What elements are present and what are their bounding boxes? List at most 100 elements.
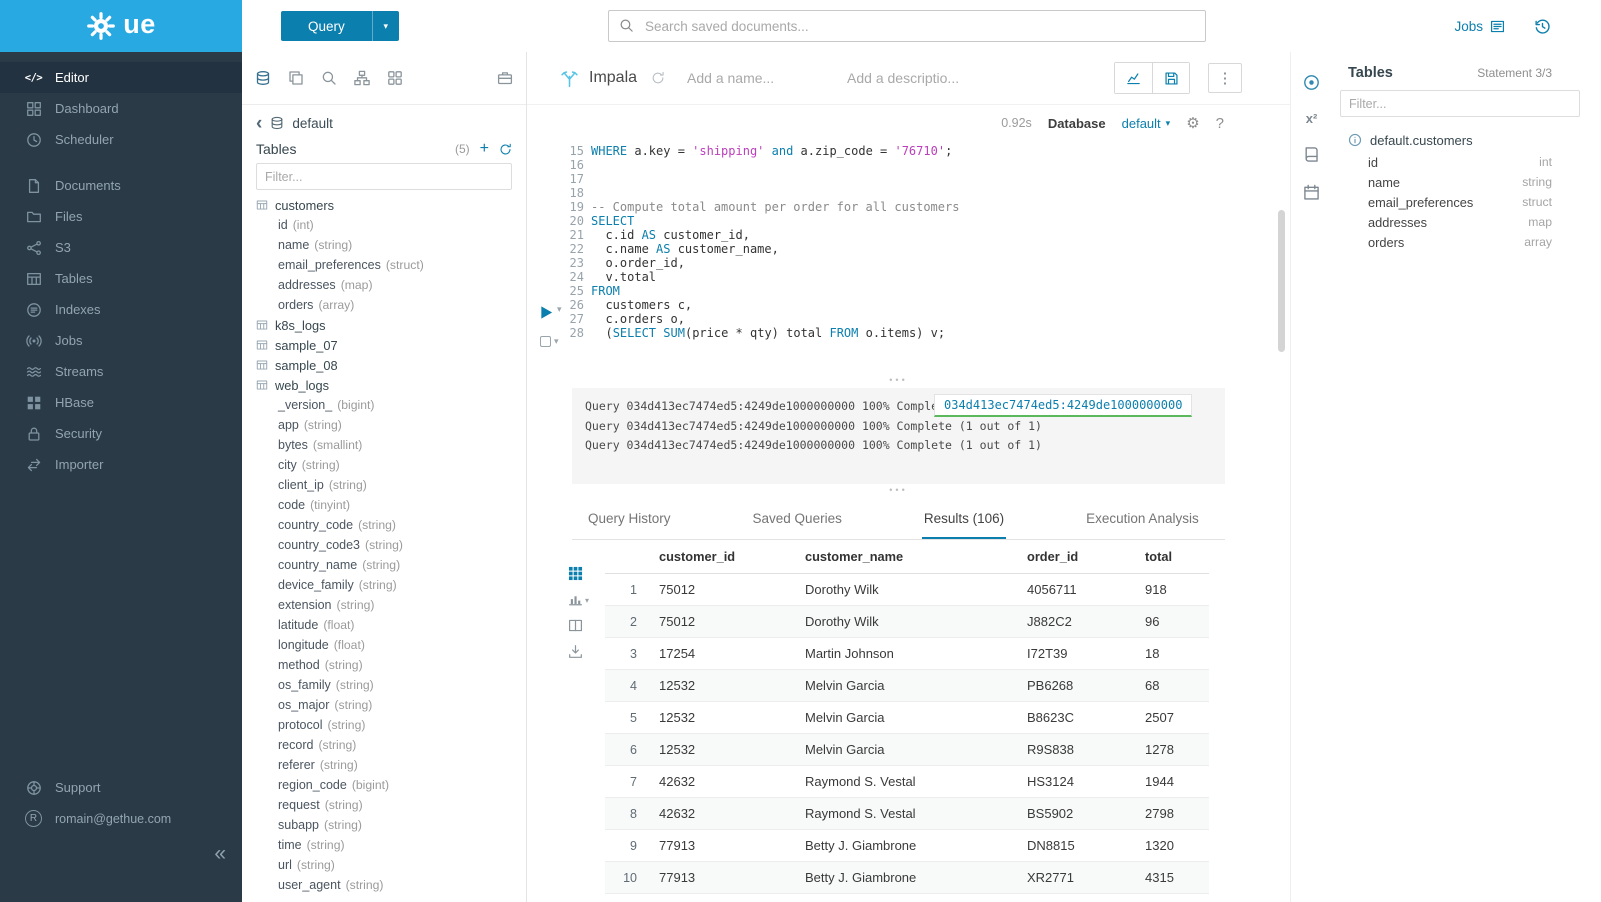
sidebar-item-jobs[interactable]: Jobs xyxy=(0,325,242,356)
query-name-input[interactable] xyxy=(687,70,837,86)
sidebar-item-tables[interactable]: Tables xyxy=(0,263,242,294)
apps-grid-icon[interactable] xyxy=(387,70,403,86)
assist-table-customers[interactable]: customers xyxy=(256,195,512,215)
results-header-customer_name[interactable]: customer_name xyxy=(795,549,1017,564)
results-row[interactable]: 275012Dorothy WilkJ882C296 xyxy=(605,606,1209,638)
resize-handle-top[interactable]: ••• xyxy=(572,376,1225,384)
assist-column-os_family[interactable]: os_family(string) xyxy=(256,675,512,695)
assist-table-k8s_logs[interactable]: k8s_logs xyxy=(256,315,512,335)
execute-options-caret-icon[interactable]: ▾ xyxy=(557,305,562,314)
assist-table-sample_08[interactable]: sample_08 xyxy=(256,355,512,375)
assist-column-device_family[interactable]: device_family(string) xyxy=(256,575,512,595)
query-refresh-icon[interactable] xyxy=(651,71,665,85)
assist-column-email_preferences[interactable]: email_preferences(struct) xyxy=(256,255,512,275)
assist-column-country_code[interactable]: country_code(string) xyxy=(256,515,512,535)
sidebar-item-security[interactable]: Security xyxy=(0,418,242,449)
snippet-options-button[interactable]: ▾ xyxy=(540,336,559,347)
right-assist-column-email_preferences[interactable]: email_preferencesstruct xyxy=(1340,192,1580,212)
help-icon[interactable]: ? xyxy=(1216,115,1224,132)
results-row[interactable]: 842632Raymond S. VestalBS59022798 xyxy=(605,798,1209,830)
assist-column-app[interactable]: app(string) xyxy=(256,415,512,435)
zoom-icon[interactable] xyxy=(321,70,337,86)
assist-column-extension[interactable]: extension(string) xyxy=(256,595,512,615)
download-icon[interactable] xyxy=(568,644,589,659)
right-assist-column-name[interactable]: namestring xyxy=(1340,172,1580,192)
right-assist-column-id[interactable]: idint xyxy=(1340,152,1580,172)
assist-column-city[interactable]: city(string) xyxy=(256,455,512,475)
resize-handle-bottom[interactable]: ••• xyxy=(572,486,1225,494)
results-row[interactable]: 612532Melvin GarciaR9S8381278 xyxy=(605,734,1209,766)
sidebar-item-dashboard[interactable]: Dashboard xyxy=(0,93,242,124)
results-header-total[interactable]: total xyxy=(1135,549,1209,564)
assist-column-id[interactable]: id(int) xyxy=(256,215,512,235)
sidebar-item-importer[interactable]: Importer xyxy=(0,449,242,480)
query-dropdown-button[interactable]: ▾ xyxy=(372,11,399,41)
assist-column-user_agent[interactable]: user_agent(string) xyxy=(256,875,512,895)
sidebar-item-hbase[interactable]: HBase xyxy=(0,387,242,418)
results-header-customer_id[interactable]: customer_id xyxy=(649,549,795,564)
sql-editor[interactable]: 15WHERE a.key = 'shipping' and a.zip_cod… xyxy=(527,144,1278,340)
query-description-input[interactable] xyxy=(847,70,989,86)
assist-column-name[interactable]: name(string) xyxy=(256,235,512,255)
language-reference-icon[interactable] xyxy=(1303,146,1320,163)
sidebar-collapse-button[interactable]: « xyxy=(214,843,226,864)
assist-column-code[interactable]: code(tinyint) xyxy=(256,495,512,515)
refresh-icon[interactable] xyxy=(499,143,512,156)
results-header-order_id[interactable]: order_id xyxy=(1017,549,1135,564)
back-chevron-icon[interactable]: ‹ xyxy=(256,114,262,133)
assist-column-request[interactable]: request(string) xyxy=(256,795,512,815)
assist-table-sample_07[interactable]: sample_07 xyxy=(256,335,512,355)
functions-icon[interactable]: x² xyxy=(1306,112,1318,125)
assist-column-country_code3[interactable]: country_code3(string) xyxy=(256,535,512,555)
active-table-row[interactable]: default.customers xyxy=(1340,128,1580,152)
results-row[interactable]: 742632Raymond S. VestalHS31241944 xyxy=(605,766,1209,798)
sidebar-item-streams[interactable]: Streams xyxy=(0,356,242,387)
assist-column-addresses[interactable]: addresses(map) xyxy=(256,275,512,295)
right-assist-column-addresses[interactable]: addressesmap xyxy=(1340,212,1580,232)
add-table-button[interactable]: + xyxy=(480,141,489,157)
assist-column-protocol[interactable]: protocol(string) xyxy=(256,715,512,735)
sidebar-item-scheduler[interactable]: Scheduler xyxy=(0,124,242,155)
assist-column-subapp[interactable]: subapp(string) xyxy=(256,815,512,835)
assist-column-latitude[interactable]: latitude(float) xyxy=(256,615,512,635)
right-assist-filter-input[interactable] xyxy=(1340,90,1580,117)
briefcase-icon[interactable] xyxy=(497,70,513,86)
database-select[interactable]: default ▾ xyxy=(1122,116,1171,131)
sidebar-item-documents[interactable]: Documents xyxy=(0,170,242,201)
chart-view-icon[interactable]: ▾ xyxy=(568,592,589,607)
columns-icon[interactable] xyxy=(568,618,589,633)
save-button[interactable] xyxy=(1152,63,1189,93)
jobs-link[interactable]: Jobs xyxy=(1454,0,1505,52)
assist-column-record[interactable]: record(string) xyxy=(256,735,512,755)
results-row[interactable]: 412532Melvin GarciaPB626868 xyxy=(605,670,1209,702)
assist-column-url[interactable]: url(string) xyxy=(256,855,512,875)
query-history-button[interactable] xyxy=(1534,0,1551,52)
assist-column-time[interactable]: time(string) xyxy=(256,835,512,855)
tab-query-history[interactable]: Query History xyxy=(586,500,673,539)
assist-column-longitude[interactable]: longitude(float) xyxy=(256,635,512,655)
editor-scrollbar-thumb[interactable] xyxy=(1278,210,1285,352)
results-row[interactable]: 512532Melvin GarciaB8623C2507 xyxy=(605,702,1209,734)
sidebar-item-files[interactable]: Files xyxy=(0,201,242,232)
assist-column-_version_[interactable]: _version_(bigint) xyxy=(256,395,512,415)
sitemap-icon[interactable] xyxy=(354,70,370,86)
sidebar-item-indexes[interactable]: Indexes xyxy=(0,294,242,325)
assist-table-web_logs[interactable]: web_logs xyxy=(256,375,512,395)
copy-documents-icon[interactable] xyxy=(288,70,304,86)
settings-gear-icon[interactable]: ⚙ xyxy=(1186,114,1199,132)
chart-button[interactable] xyxy=(1115,63,1152,93)
search-input[interactable] xyxy=(608,10,1206,42)
right-assist-column-orders[interactable]: ordersarray xyxy=(1340,232,1580,252)
new-query-label[interactable]: Query xyxy=(281,11,372,41)
assist-column-region_code[interactable]: region_code(bigint) xyxy=(256,775,512,795)
results-row[interactable]: 175012Dorothy Wilk4056711918 xyxy=(605,574,1209,606)
sidebar-item-user[interactable]: R romain@gethue.com xyxy=(0,803,242,834)
assist-column-bytes[interactable]: bytes(smallint) xyxy=(256,435,512,455)
results-row[interactable]: 317254Martin JohnsonI72T3918 xyxy=(605,638,1209,670)
tables-filter-input[interactable] xyxy=(256,163,512,190)
assist-column-client_ip[interactable]: client_ip(string) xyxy=(256,475,512,495)
new-query-button[interactable]: Query ▾ xyxy=(281,11,399,41)
assist-column-method[interactable]: method(string) xyxy=(256,655,512,675)
tab-results-106-[interactable]: Results (106) xyxy=(922,500,1006,539)
more-actions-button[interactable]: ⋮ xyxy=(1208,63,1242,93)
